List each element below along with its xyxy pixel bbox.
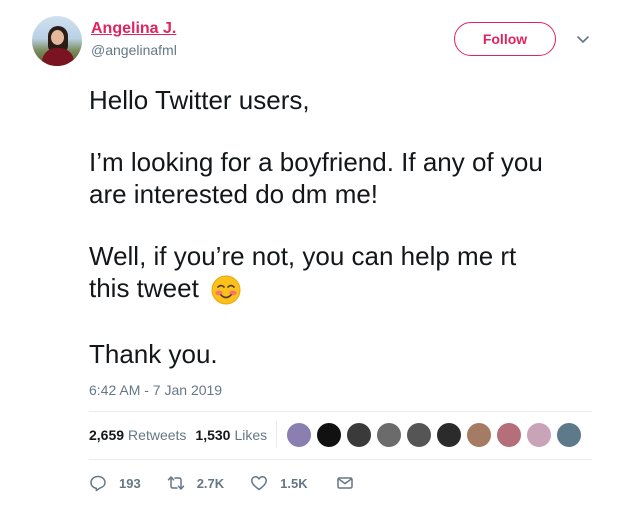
tweet-actions: 193 2.7K 1.5K: [89, 474, 354, 492]
liker-avatar[interactable]: [376, 422, 402, 448]
tweet-text-line-6: Thank you.: [89, 339, 218, 369]
tweet-card: Angelina J. @angelinafml Follow Hello Tw…: [0, 0, 624, 511]
avatar-body: [42, 48, 74, 66]
envelope-icon: [336, 477, 353, 489]
reply-count: 193: [119, 475, 141, 491]
author-name[interactable]: Angelina J.: [91, 20, 176, 38]
direct-message-button[interactable]: [336, 474, 354, 492]
avatar-face: [51, 30, 64, 45]
liker-avatar[interactable]: [406, 422, 432, 448]
tweet-text-line-3: are interested do dm me!: [89, 179, 379, 209]
heart-icon: [251, 476, 268, 491]
tweet-text-line-5-text: this tweet: [89, 273, 199, 303]
tweet-text-line-2: I’m looking for a boyfriend. If any of y…: [89, 147, 543, 177]
retweet-icon: [167, 476, 184, 490]
retweet-count: 2.7K: [196, 475, 225, 491]
liker-avatar[interactable]: [286, 422, 312, 448]
reply-button[interactable]: 193: [89, 474, 141, 492]
tweet-text-line-4: Well, if you’re not, you can help me rt: [89, 241, 517, 271]
likers-avatars: [286, 422, 586, 448]
divider-bottom: [89, 459, 592, 460]
reply-icon: [90, 475, 106, 492]
divider-top: [89, 411, 592, 412]
retweet-button[interactable]: 2.7K: [167, 474, 224, 492]
chevron-down-icon[interactable]: [576, 32, 590, 46]
likes-stat[interactable]: 1,530 Likes: [195, 427, 267, 443]
tweet-text-line-1: Hello Twitter users,: [89, 85, 310, 115]
stats-separator: [276, 421, 277, 447]
tweet-text-line-5: this tweet: [89, 272, 242, 306]
likes-label: Likes: [234, 427, 268, 443]
liker-avatar[interactable]: [346, 422, 372, 448]
likes-count: 1,530: [195, 427, 231, 443]
author-handle[interactable]: @angelinafml: [91, 42, 177, 58]
liker-avatar[interactable]: [436, 422, 462, 448]
like-button[interactable]: 1.5K: [250, 474, 308, 492]
author-avatar[interactable]: [32, 16, 82, 66]
tweet-stats: 2,659 Retweets 1,530 Likes: [89, 427, 267, 443]
liker-avatar[interactable]: [556, 422, 582, 448]
smiling-blushing-face-icon: [211, 275, 241, 305]
retweets-stat[interactable]: 2,659 Retweets: [89, 427, 186, 443]
like-count: 1.5K: [280, 475, 308, 491]
tweet-timestamp[interactable]: 6:42 AM - 7 Jan 2019: [89, 382, 222, 398]
liker-avatar[interactable]: [496, 422, 522, 448]
retweets-count: 2,659: [89, 427, 125, 443]
liker-avatar[interactable]: [466, 422, 492, 448]
retweets-label: Retweets: [128, 427, 187, 443]
liker-avatar[interactable]: [316, 422, 342, 448]
follow-button[interactable]: Follow: [454, 22, 556, 56]
liker-avatar[interactable]: [526, 422, 552, 448]
